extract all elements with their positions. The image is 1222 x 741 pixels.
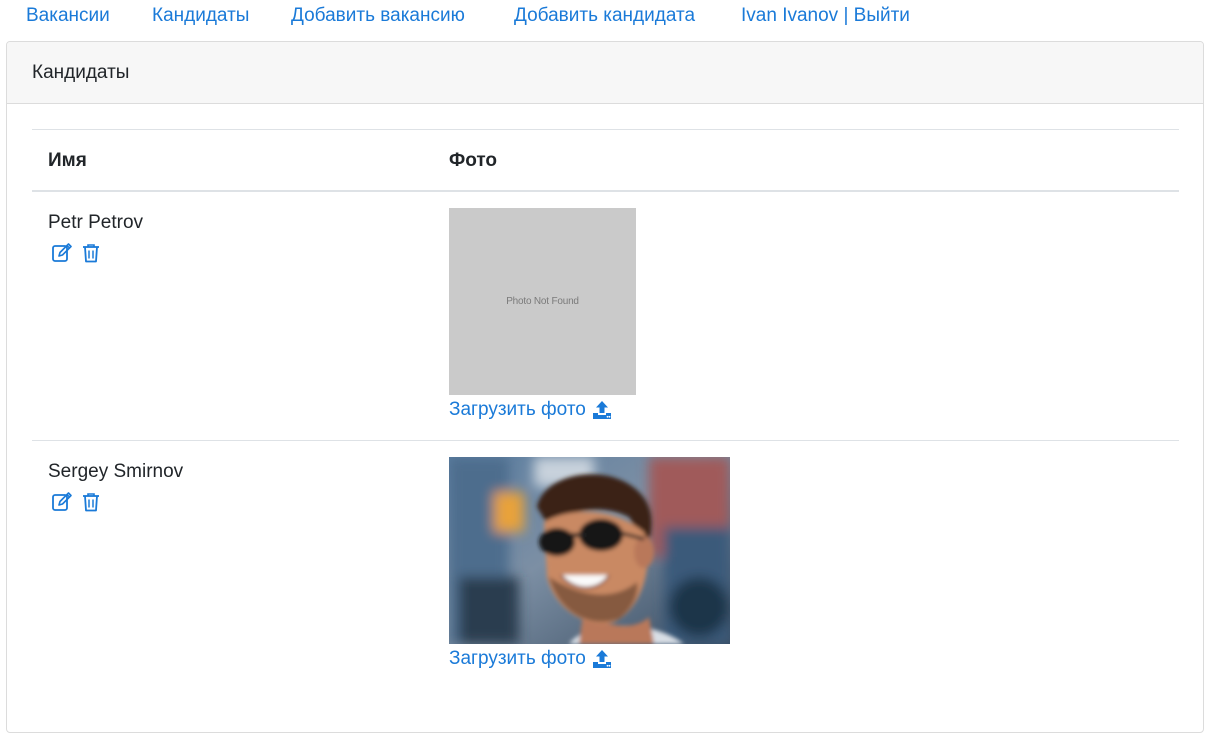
card-title: Кандидаты bbox=[32, 62, 130, 83]
top-navigation: Вакансии Кандидаты Добавить вакансию Доб… bbox=[0, 0, 1222, 36]
nav-vacancies-link[interactable]: Вакансии bbox=[26, 5, 110, 27]
upload-icon bbox=[592, 650, 611, 668]
upload-photo-link[interactable]: Загрузить фото bbox=[449, 648, 612, 670]
upload-photo-link[interactable]: Загрузить фото bbox=[449, 399, 612, 421]
edit-icon[interactable] bbox=[51, 242, 73, 264]
trash-icon[interactable] bbox=[80, 491, 102, 513]
candidate-photo-placeholder: Photo Not Found bbox=[449, 208, 636, 395]
header-name: Имя bbox=[48, 150, 87, 171]
header-bottom-border bbox=[32, 190, 1179, 192]
upload-photo-label: Загрузить фото bbox=[449, 648, 586, 669]
candidate-name: Sergey Smirnov bbox=[48, 461, 184, 482]
row-divider bbox=[32, 440, 1179, 441]
card-header: Кандидаты bbox=[7, 42, 1203, 104]
candidates-card: Кандидаты Имя Фото Petr Petrov Photo Not… bbox=[6, 41, 1204, 733]
trash-icon[interactable] bbox=[80, 242, 102, 264]
nav-add-vacancy-link[interactable]: Добавить вакансию bbox=[291, 5, 465, 27]
table-top-border bbox=[32, 129, 1179, 130]
edit-icon[interactable] bbox=[51, 491, 73, 513]
header-photo: Фото bbox=[449, 150, 498, 171]
upload-icon bbox=[592, 401, 611, 419]
candidate-photo bbox=[449, 457, 730, 644]
nav-add-candidate-link[interactable]: Добавить кандидата bbox=[514, 5, 695, 27]
nav-candidates-link[interactable]: Кандидаты bbox=[152, 5, 249, 27]
upload-photo-label: Загрузить фото bbox=[449, 399, 586, 420]
photo-not-found-text: Photo Not Found bbox=[506, 296, 579, 307]
candidate-name: Petr Petrov bbox=[48, 212, 144, 233]
nav-logout-link[interactable]: Ivan Ivanov | Выйти bbox=[741, 5, 910, 27]
